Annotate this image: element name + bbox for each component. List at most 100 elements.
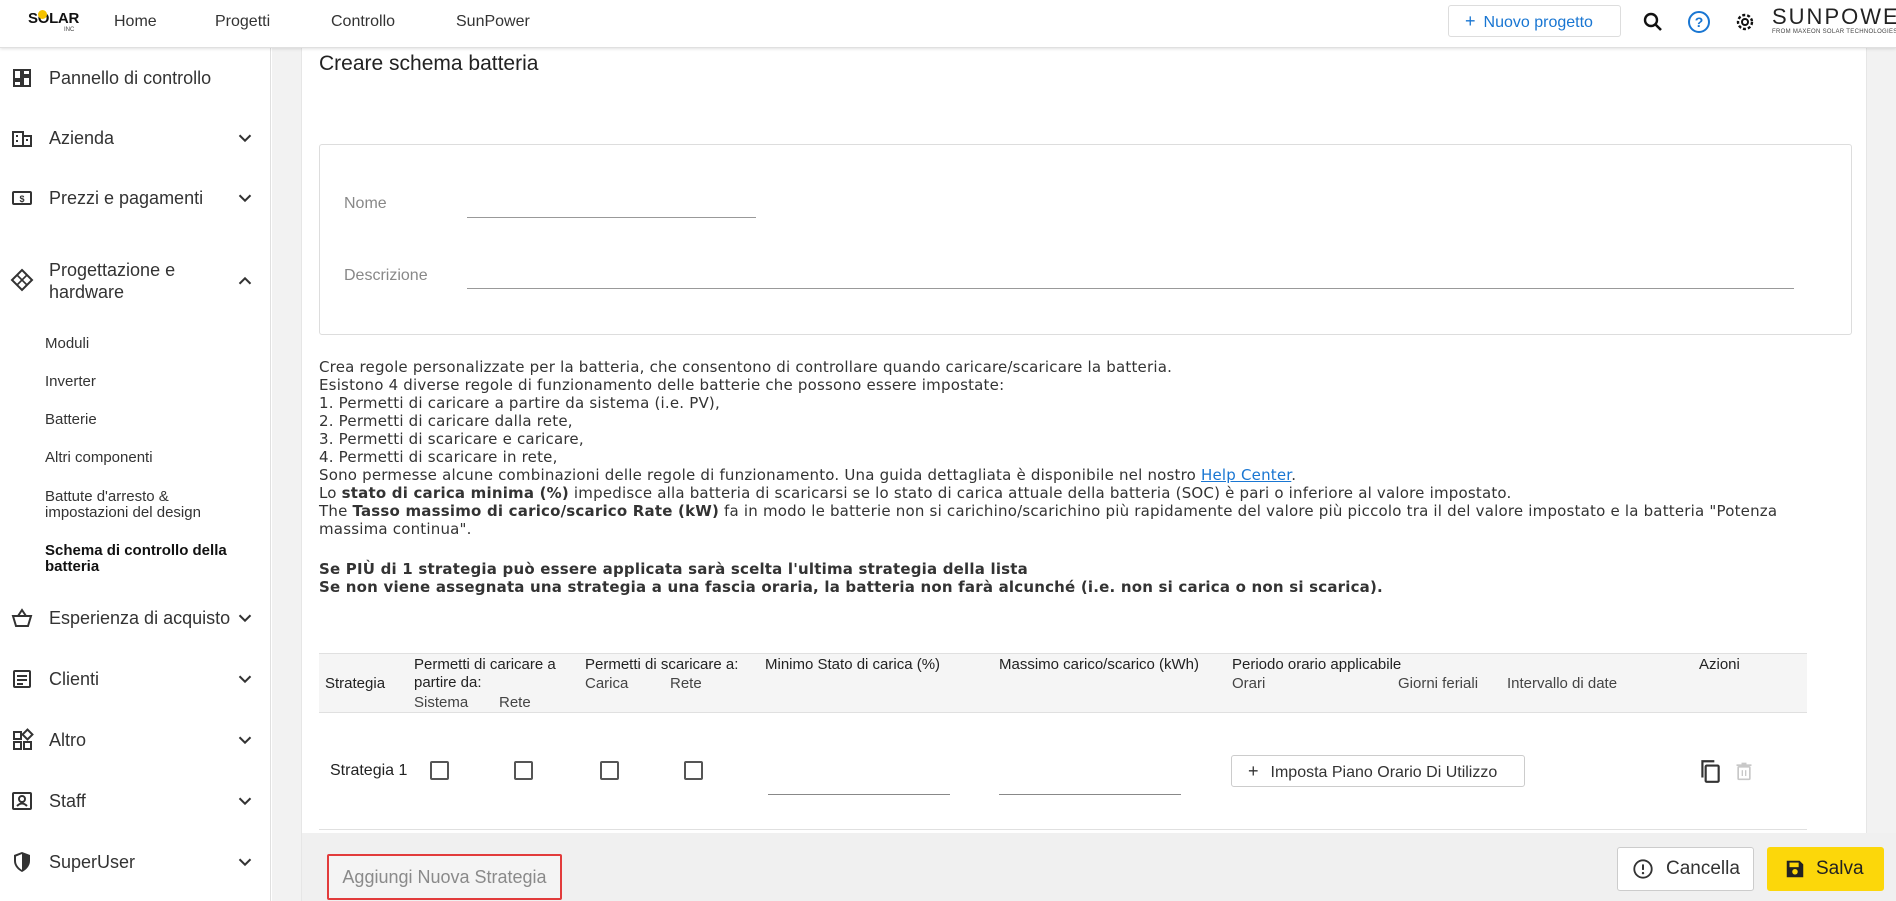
- desc-line: Crea regole personalizzate per la batter…: [319, 358, 1173, 376]
- sunpower-brand: SUNPOWER FROM MAXEON SOLAR TECHNOLOGIES: [1772, 4, 1896, 44]
- sidebar-item-label: Progettazione e hardware: [49, 260, 176, 302]
- chevron-down-icon: [238, 797, 252, 806]
- chevron-down-icon: [238, 858, 252, 867]
- sidebar-subitem-moduli[interactable]: Moduli: [45, 336, 89, 352]
- money-icon: $: [12, 191, 32, 205]
- chevron-down-icon: [238, 134, 252, 143]
- sidebar-subitem-altri-componenti[interactable]: Altri componenti: [45, 450, 153, 466]
- chevron-up-icon: [238, 276, 252, 285]
- sidebar-item-label: SuperUser: [49, 852, 136, 872]
- rate-bold: Tasso massimo di carico/scarico Rate (kW…: [352, 502, 720, 520]
- brand-name: SUNPOWER: [1772, 4, 1896, 29]
- max-rate-input[interactable]: [999, 794, 1181, 795]
- cancel-button[interactable]: Cancella: [1617, 847, 1754, 891]
- top-bar: SOLAR INC Home Progetti Controllo SunPow…: [0, 0, 1896, 48]
- chevron-down-icon: [238, 614, 252, 623]
- sidebar-item-label: Altro: [49, 730, 87, 750]
- th-min-soc: Minimo Stato di carica (%): [765, 656, 941, 673]
- th-actions: Azioni: [1699, 656, 1740, 673]
- sidebar-item-progettazione[interactable]: Progettazione e hardware: [0, 258, 271, 304]
- sidebar-subitem-batterie[interactable]: Batterie: [45, 412, 97, 428]
- name-label: Nome: [344, 195, 387, 212]
- sidebar-item-staff[interactable]: Staff: [0, 788, 271, 814]
- instructions-text: Crea regole personalizzate per la batter…: [319, 358, 1809, 596]
- brand-tagline: FROM MAXEON SOLAR TECHNOLOGIES: [1772, 29, 1896, 35]
- sidebar-item-pannello[interactable]: Pannello di controllo: [0, 65, 271, 91]
- min-soc-input[interactable]: [768, 794, 950, 795]
- sidebar-item-altro[interactable]: Altro: [0, 727, 271, 753]
- list-icon: [13, 670, 31, 688]
- plus-icon: +: [1248, 761, 1259, 781]
- th-max-rate: Massimo carico/scarico (kWh): [999, 656, 1200, 673]
- save-label: Salva: [1816, 858, 1864, 879]
- nav-sunpower[interactable]: SunPower: [456, 0, 530, 44]
- desc-line: 3. Permetti di scaricare e caricare,: [319, 430, 584, 448]
- sidebar-item-label: Azienda: [49, 128, 115, 148]
- soc-line: Lo stato di carica minima (%) impedisce …: [319, 484, 1809, 502]
- strategy-name: Strategia 1: [330, 762, 408, 779]
- sidebar-subitem-schema-batteria[interactable]: Schema di controllo della batteria: [45, 543, 245, 575]
- alert-icon: [1633, 859, 1653, 879]
- page-title: Creare schema batteria: [319, 52, 539, 75]
- desc-line: 1. Permetti di caricare a partire da sis…: [319, 394, 720, 412]
- charge-system-checkbox[interactable]: [430, 761, 449, 780]
- help-line: Sono permesse alcune combinazioni delle …: [319, 466, 1809, 484]
- help-icon[interactable]: ?: [1687, 10, 1711, 34]
- sidebar-item-label: Clienti: [49, 669, 100, 689]
- sidebar-item-superuser[interactable]: SuperUser: [0, 849, 271, 875]
- soc-bold: stato di carica minima (%): [341, 484, 569, 502]
- chevron-down-icon: [238, 675, 252, 684]
- gear-icon[interactable]: [1733, 10, 1757, 34]
- table-row: Strategia 1: [319, 713, 1807, 830]
- nav-progetti[interactable]: Progetti: [215, 0, 270, 44]
- search-icon[interactable]: [1641, 10, 1665, 34]
- sidebar-item-esperienza[interactable]: Esperienza di acquisto: [0, 605, 271, 631]
- nav-controllo[interactable]: Controllo: [331, 0, 395, 44]
- logo-text: SOLAR: [28, 10, 80, 27]
- rate-line: The Tasso massimo di carico/scarico Rate…: [319, 502, 1809, 538]
- grid-icon: [10, 268, 34, 292]
- th-charge-system: Sistema: [414, 694, 469, 711]
- description-input[interactable]: [467, 288, 1794, 289]
- add-strategy-button[interactable]: Aggiungi Nuova Strategia: [327, 854, 562, 900]
- svg-text:$: $: [19, 194, 24, 204]
- sidebar-subitem-battute[interactable]: Battute d'arresto & impostazioni del des…: [45, 489, 245, 521]
- svg-text:?: ?: [1695, 14, 1704, 30]
- th-weekdays: Giorni feriali: [1398, 675, 1479, 692]
- th-charge-grid: Rete: [499, 694, 531, 711]
- th-dates: Intervallo di date: [1507, 675, 1618, 692]
- save-icon: [1786, 860, 1804, 878]
- logo-subtext: INC: [64, 27, 75, 33]
- sidebar-item-clienti[interactable]: Clienti: [0, 666, 271, 692]
- set-tou-button[interactable]: + Imposta Piano Orario Di Utilizzo: [1231, 755, 1525, 787]
- set-tou-label: Imposta Piano Orario Di Utilizzo: [1270, 764, 1498, 781]
- nav-home[interactable]: Home: [114, 0, 157, 44]
- copy-icon[interactable]: [1697, 757, 1723, 785]
- sidebar-subitem-inverter[interactable]: Inverter: [45, 374, 96, 390]
- shield-icon: [14, 852, 30, 872]
- delete-icon[interactable]: [1734, 759, 1754, 783]
- chevron-down-icon: [238, 194, 252, 203]
- name-input[interactable]: [467, 217, 756, 218]
- basket-icon: [11, 608, 33, 627]
- discharge-grid-checkbox[interactable]: [684, 761, 703, 780]
- desc-line: Esistono 4 diverse regole di funzionamen…: [319, 376, 1005, 394]
- help-suffix: .: [1291, 466, 1297, 484]
- sidebar-item-azienda[interactable]: Azienda: [0, 125, 271, 151]
- sidebar-item-prezzi[interactable]: $ Prezzi e pagamenti: [0, 185, 271, 211]
- warning-line: Se PIÙ di 1 strategia può essere applica…: [319, 560, 1028, 578]
- sidebar-item-label: Esperienza di acquisto: [49, 608, 231, 628]
- th-discharge-grid: Rete: [670, 675, 702, 692]
- form-box: Nome Descrizione: [319, 144, 1852, 335]
- discharge-charge-checkbox[interactable]: [600, 761, 619, 780]
- sidebar-item-label: Pannello di controllo: [49, 68, 212, 88]
- desc-line: 4. Permetti di scaricare in rete,: [319, 448, 558, 466]
- company-logo[interactable]: SOLAR INC: [28, 10, 82, 38]
- desc-line: 2. Permetti di caricare dalla rete,: [319, 412, 573, 430]
- save-button[interactable]: Salva: [1767, 847, 1884, 891]
- new-project-button[interactable]: + Nuovo progetto: [1448, 5, 1621, 37]
- building-icon: [12, 131, 32, 147]
- charge-grid-checkbox[interactable]: [514, 761, 533, 780]
- soc-prefix: Lo: [319, 484, 342, 502]
- help-center-link[interactable]: Help Center: [1201, 466, 1291, 484]
